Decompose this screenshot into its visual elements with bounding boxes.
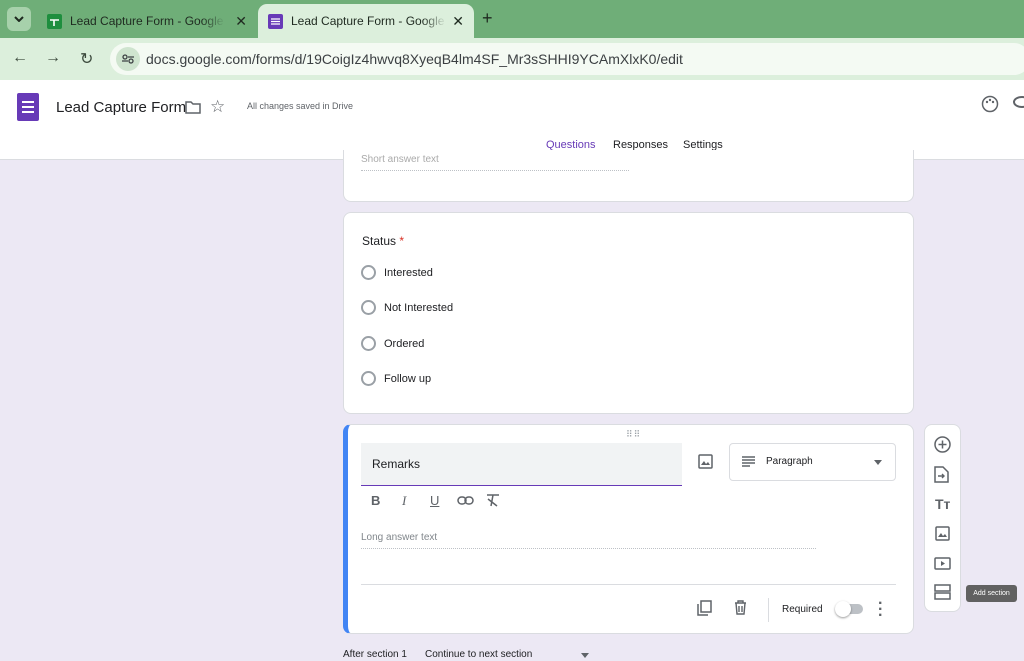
delete-icon[interactable] (734, 600, 747, 615)
radio-button[interactable] (361, 300, 376, 315)
question-title-input[interactable]: Remarks (361, 443, 682, 486)
close-tab-icon[interactable]: ✕ (452, 13, 464, 30)
question-card-remarks[interactable]: ⠿⠿ Remarks Paragraph B I U Long answer t… (343, 424, 914, 634)
question-title: Status * (362, 234, 405, 248)
more-options-icon[interactable]: · · · (878, 596, 883, 624)
add-image-icon[interactable] (698, 454, 713, 469)
star-icon[interactable]: ☆ (210, 97, 225, 117)
save-status: All changes saved in Drive (247, 101, 354, 111)
card-divider (361, 584, 896, 585)
tab-title: Lead Capture Form - Google Forms (291, 14, 446, 28)
dropdown-arrow-icon[interactable] (581, 653, 589, 658)
url-text: docs.google.com/forms/d/19CoigIz4hwvq8Xy… (146, 51, 683, 67)
tab-title: Lead Capture Form - Google Sheets (70, 14, 225, 28)
form-title[interactable]: Lead Capture Form (56, 99, 186, 116)
palette-icon[interactable] (981, 95, 999, 113)
question-type-label: Paragraph (766, 456, 813, 467)
site-info-icon[interactable] (116, 47, 140, 71)
close-tab-icon[interactable]: ✕ (235, 13, 247, 30)
required-label: Required (782, 604, 823, 615)
radio-option[interactable]: Interested (361, 265, 433, 280)
forward-icon[interactable]: → (45, 49, 61, 67)
new-tab-icon[interactable]: + (482, 8, 493, 29)
address-bar[interactable]: docs.google.com/forms/d/19CoigIz4hwvq8Xy… (110, 43, 1024, 75)
sheets-icon (47, 13, 62, 29)
back-icon[interactable]: ← (12, 49, 28, 67)
long-answer-placeholder: Long answer text (361, 532, 438, 543)
underline-icon[interactable]: U (430, 493, 439, 508)
forms-header: Lead Capture Form ☆ All changes saved in… (0, 80, 1024, 160)
footer-divider (768, 598, 769, 622)
forms-logo-icon[interactable] (17, 93, 39, 121)
floating-toolbar: Tт (924, 424, 961, 612)
tooltip: Add section (966, 585, 1017, 602)
folder-icon[interactable] (185, 101, 201, 114)
import-questions-icon[interactable] (934, 466, 949, 483)
radio-button[interactable] (361, 371, 376, 386)
required-toggle[interactable] (835, 601, 863, 617)
radio-option[interactable]: Follow up (361, 371, 431, 386)
browser-tab-sheets[interactable]: Lead Capture Form - Google Sheets ✕ (37, 4, 257, 38)
after-section-label: After section 1 (343, 649, 407, 660)
add-title-icon[interactable]: Tт (935, 496, 950, 512)
answer-line (361, 170, 629, 171)
clear-formatting-icon[interactable] (486, 494, 501, 507)
browser-tab-forms[interactable]: Lead Capture Form - Google Forms ✕ (258, 4, 474, 38)
question-card-short-answer[interactable]: Short answer text (343, 150, 914, 202)
section-navigation-select[interactable]: Continue to next section (425, 649, 532, 660)
answer-line (361, 548, 816, 549)
paragraph-icon (742, 456, 755, 467)
tab-search-button[interactable] (7, 7, 31, 31)
radio-button[interactable] (361, 336, 376, 351)
short-answer-placeholder: Short answer text (361, 154, 439, 165)
bold-icon[interactable]: B (371, 493, 380, 508)
add-question-icon[interactable] (934, 436, 951, 453)
radio-option[interactable]: Ordered (361, 336, 424, 351)
add-image-icon[interactable] (935, 526, 950, 541)
radio-option[interactable]: Not Interested (361, 300, 453, 315)
reload-icon[interactable]: ↻ (80, 49, 93, 69)
required-asterisk: * (399, 234, 405, 248)
question-type-select[interactable]: Paragraph (729, 443, 896, 481)
add-section-icon[interactable] (934, 584, 951, 600)
question-card-status[interactable]: Status * Interested Not Interested Order… (343, 212, 914, 414)
preview-icon[interactable] (1013, 96, 1024, 108)
forms-icon (268, 13, 283, 29)
link-icon[interactable] (457, 496, 474, 505)
radio-button[interactable] (361, 265, 376, 280)
italic-icon[interactable]: I (402, 493, 406, 509)
browser-toolbar: ← → ↻ docs.google.com/forms/d/19CoigIz4h… (0, 38, 1024, 80)
drag-handle-icon[interactable]: ⠿⠿ (626, 429, 641, 440)
chevron-down-icon (14, 16, 24, 22)
dropdown-arrow-icon (874, 460, 882, 465)
duplicate-icon[interactable] (697, 600, 712, 616)
add-video-icon[interactable] (934, 557, 951, 570)
browser-tab-strip: Lead Capture Form - Google Sheets ✕ Lead… (0, 0, 1024, 38)
